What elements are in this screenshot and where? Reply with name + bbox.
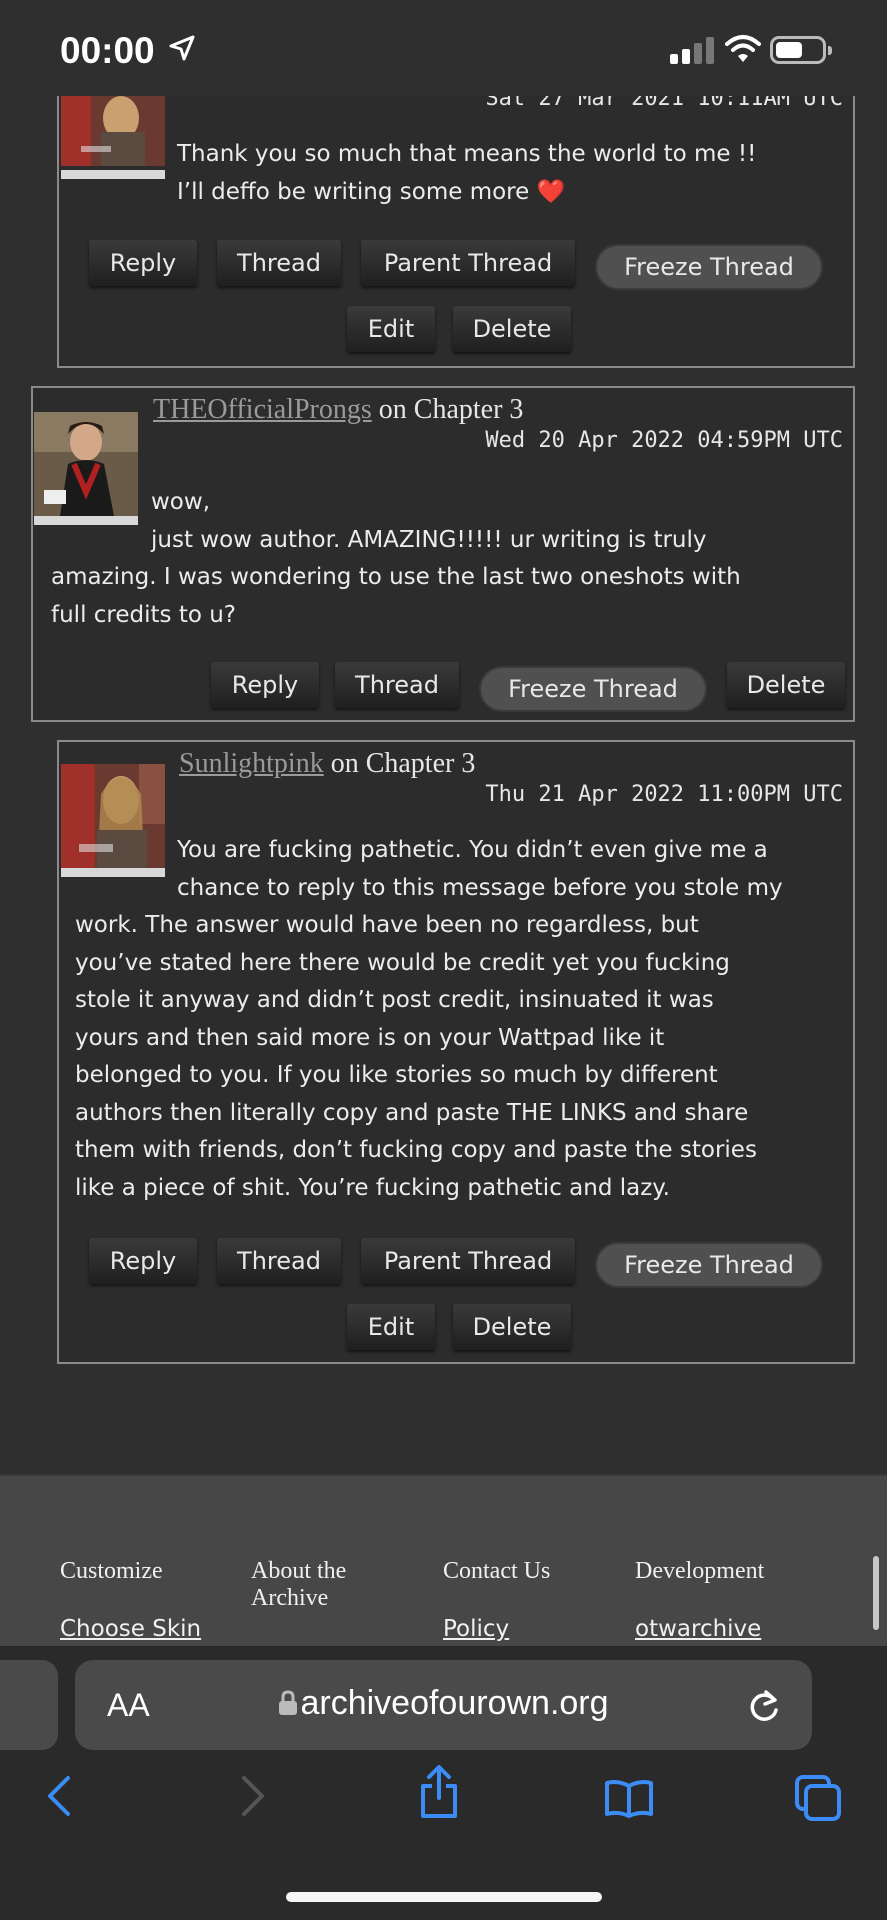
comment-line: them with friends, don’t fucking copy an… <box>75 1137 757 1163</box>
scrollbar[interactable] <box>873 1556 879 1630</box>
comment-body: You are fucking pathetic. You didn’t eve… <box>75 832 855 1207</box>
delete-button[interactable]: Delete <box>727 662 845 708</box>
status-time: 00:00 <box>60 30 155 71</box>
comment-box: Sunlightpink on Chapter 3 Thu 21 Apr 202… <box>57 740 855 1364</box>
delete-button[interactable]: Delete <box>453 306 571 352</box>
byline-on-text: on <box>330 748 359 779</box>
comment-line: belonged to you. If you like stories so … <box>75 1062 718 1088</box>
footer-heading-about: About the Archive <box>251 1558 347 1611</box>
choose-skin-link[interactable]: Choose Skin <box>60 1616 201 1642</box>
otwarchive-link[interactable]: otwarchive <box>635 1616 761 1642</box>
url-display[interactable]: archiveofourown.org <box>75 1684 812 1723</box>
chapter-link[interactable]: Chapter 3 <box>366 748 476 779</box>
home-indicator[interactable] <box>286 1892 602 1902</box>
comment-line: yours and then said more is on your Watt… <box>75 1024 665 1051</box>
footer-heading-customize: Customize <box>60 1558 163 1584</box>
edit-button[interactable]: Edit <box>347 1304 435 1350</box>
comment-body: wow, just wow author. AMAZING!!!!! ur wr… <box>51 484 841 634</box>
comment-byline: Sunlightpink on Chapter 3 <box>179 748 475 780</box>
byline-on-text: on <box>378 394 407 425</box>
thread-button[interactable]: Thread <box>335 662 459 708</box>
battery-icon <box>770 36 832 64</box>
freeze-thread-button[interactable]: Freeze Thread <box>595 244 823 290</box>
comment-line: I’ll deffo be writing some more ❤️ <box>177 178 566 205</box>
parent-thread-button[interactable]: Parent Thread <box>361 240 575 286</box>
comment-line: work. The answer would have been no rega… <box>75 912 699 938</box>
comment-line: like a piece of shit. You’re fucking pat… <box>75 1174 670 1201</box>
comment-line: Thank you so much that means the world t… <box>177 141 757 167</box>
comment-line: chance to reply to this message before y… <box>177 874 783 901</box>
browser-toolbar: AA archiveofourown.org <box>0 1646 887 1920</box>
bookmarks-icon[interactable] <box>604 1778 654 1818</box>
status-bar: 00:00 <box>0 0 887 96</box>
site-footer: Customize About the Archive Contact Us D… <box>0 1474 887 1674</box>
cellular-signal-icon <box>670 36 714 64</box>
comment-body: Thank you so much that means the world t… <box>177 136 837 211</box>
comment-line: wow, <box>151 489 211 515</box>
back-icon[interactable] <box>44 1774 74 1818</box>
thread-button[interactable]: Thread <box>217 240 341 286</box>
comment-date: Wed 20 Apr 2022 04:59PM UTC <box>485 428 843 453</box>
freeze-thread-button[interactable]: Freeze Thread <box>479 666 707 712</box>
comment-line: just wow author. AMAZING!!!!! ur writing… <box>151 526 707 553</box>
comment-line: authors then literally copy and paste TH… <box>75 1099 749 1126</box>
comment-line: full credits to u? <box>51 601 236 628</box>
comment-byline: THEOfficialProngs on Chapter 3 <box>153 394 523 426</box>
parent-thread-button[interactable]: Parent Thread <box>361 1238 575 1284</box>
thread-button[interactable]: Thread <box>217 1238 341 1284</box>
footer-heading-contact: Contact Us <box>443 1558 551 1584</box>
share-icon[interactable] <box>418 1764 460 1820</box>
comment-username-link[interactable]: THEOfficialProngs <box>153 394 372 425</box>
chapter-link[interactable]: Chapter 3 <box>414 394 524 425</box>
reload-icon[interactable] <box>746 1686 782 1724</box>
location-arrow-icon <box>169 35 195 61</box>
policy-link[interactable]: Policy <box>443 1616 509 1642</box>
reply-button[interactable]: Reply <box>89 1238 197 1284</box>
freeze-thread-button[interactable]: Freeze Thread <box>595 1242 823 1288</box>
delete-button[interactable]: Delete <box>453 1304 571 1350</box>
reply-button[interactable]: Reply <box>89 240 197 286</box>
tabs-icon[interactable] <box>794 1774 842 1822</box>
edit-button[interactable]: Edit <box>347 306 435 352</box>
lock-icon <box>279 1690 298 1715</box>
address-bar[interactable]: AA archiveofourown.org <box>75 1660 812 1750</box>
wifi-icon <box>725 35 761 62</box>
comment-username-link[interactable]: Sunlightpink <box>179 748 324 779</box>
comment-line: amazing. I was wondering to use the last… <box>51 564 741 590</box>
previous-tab-preview[interactable] <box>0 1660 58 1750</box>
comment-line: you’ve stated here there would be credit… <box>75 949 730 976</box>
comment-line: You are fucking pathetic. You didn’t eve… <box>177 837 768 863</box>
forward-icon[interactable] <box>238 1774 268 1818</box>
comment-line: stole it anyway and didn’t post credit, … <box>75 987 714 1013</box>
comment-date: Thu 21 Apr 2022 11:00PM UTC <box>485 782 843 807</box>
reply-button[interactable]: Reply <box>211 662 319 708</box>
avatar-divider <box>61 170 165 179</box>
footer-heading-development: Development <box>635 1558 765 1584</box>
url-text: archiveofourown.org <box>300 1684 609 1722</box>
avatar[interactable] <box>61 96 165 166</box>
comment-box: THEOfficialProngs on Chapter 3 Wed 20 Ap… <box>31 386 855 722</box>
